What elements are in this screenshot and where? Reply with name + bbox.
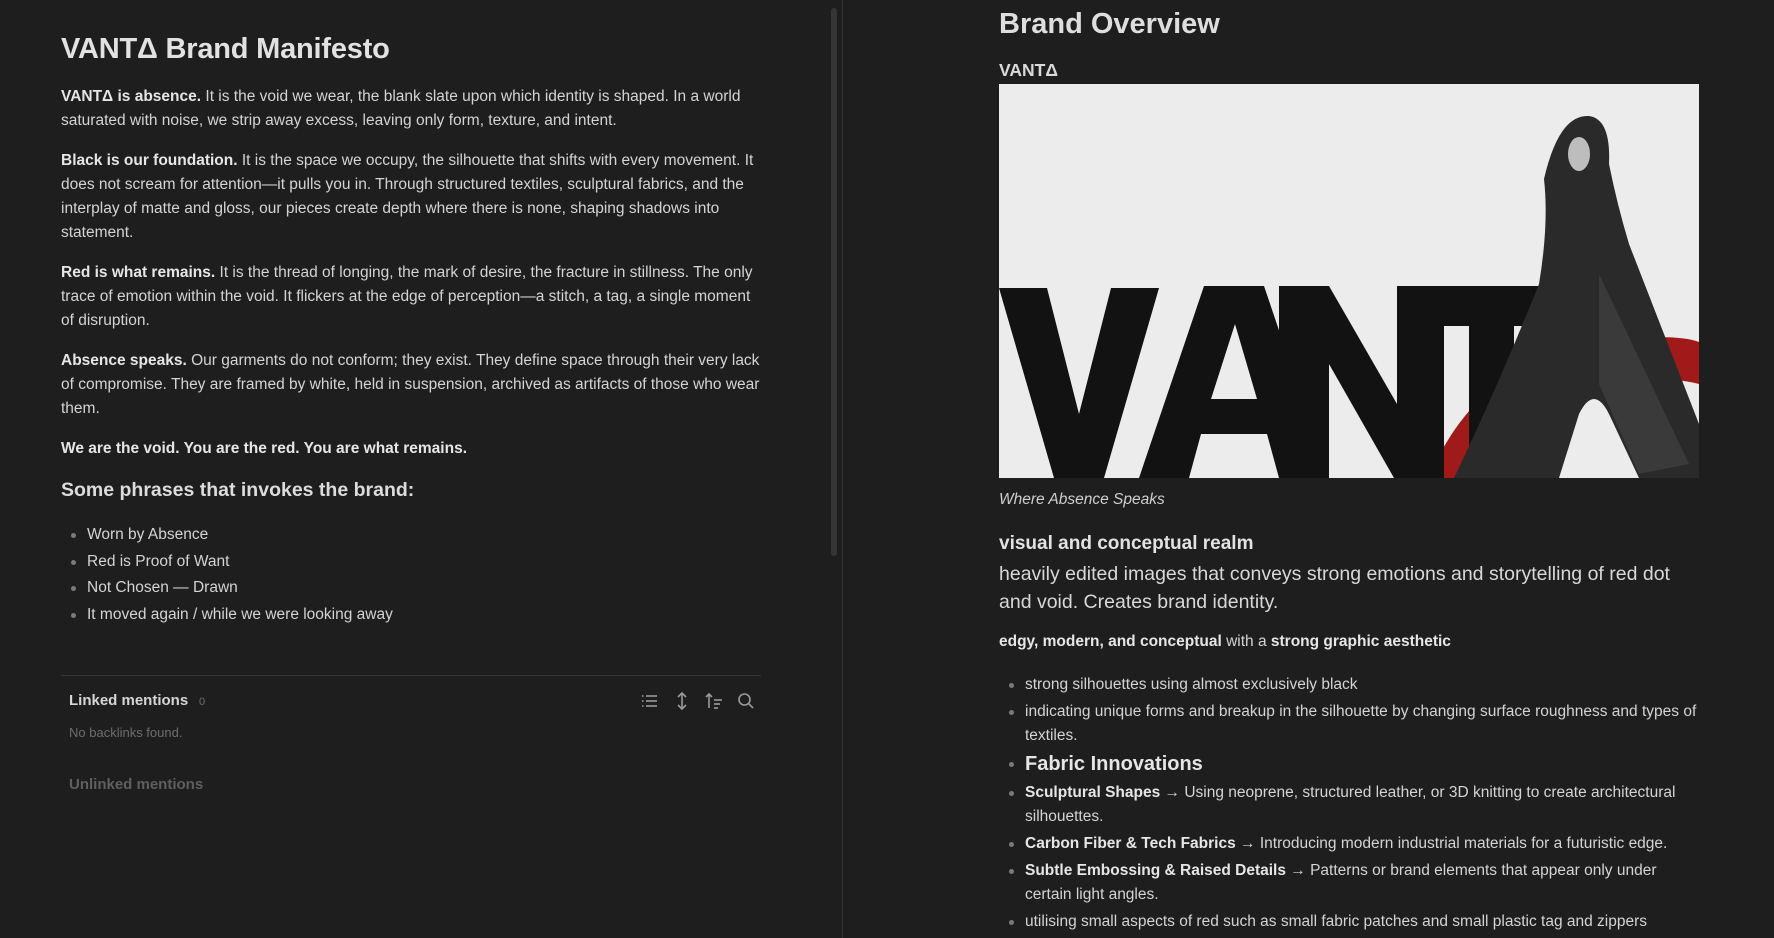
brand-name[interactable]: VANTΔ xyxy=(999,60,1058,81)
manifesto-paragraph[interactable]: Black is our foundation. It is the space… xyxy=(61,149,763,245)
linked-mentions-header[interactable]: Linked mentions xyxy=(69,692,188,709)
search-icon[interactable] xyxy=(735,690,757,712)
list-item[interactable]: Not Chosen — Drawn xyxy=(61,575,393,602)
list-item[interactable]: strong silhouettes using almost exclusiv… xyxy=(999,673,1699,697)
sort-icon[interactable] xyxy=(703,690,725,712)
list-item[interactable]: Worn by Absence xyxy=(61,522,393,549)
note-title[interactable]: VANTΔ Brand Manifesto xyxy=(61,33,390,66)
divider xyxy=(61,675,761,676)
unlinked-mentions-header[interactable]: Unlinked mentions xyxy=(69,776,203,793)
overview-title[interactable]: Brand Overview xyxy=(999,8,1220,41)
overview-list: strong silhouettes using almost exclusiv… xyxy=(999,673,1699,937)
list-item[interactable]: indicating unique forms and breakup in t… xyxy=(999,700,1699,748)
aesthetic-line[interactable]: edgy, modern, and conceptual with a stro… xyxy=(999,633,1451,651)
scrollbar[interactable] xyxy=(831,8,837,556)
phrases-list: Worn by Absence Red is Proof of Want Not… xyxy=(61,522,393,628)
left-editor-pane[interactable]: VANTΔ Brand Manifesto VANTΔ is absence. … xyxy=(0,0,842,938)
manifesto-paragraph[interactable]: Absence speaks. Our garments do not conf… xyxy=(61,349,763,421)
right-editor-pane[interactable]: Brand Overview VANTΔ Where Absence Speak… xyxy=(843,0,1774,938)
list-item[interactable]: Carbon Fiber & Tech Fabrics → Introducin… xyxy=(999,832,1699,856)
brand-hero-image xyxy=(999,84,1699,478)
hero-illustration xyxy=(999,84,1699,478)
list-item[interactable]: Red is Proof of Want xyxy=(61,549,393,576)
manifesto-closing[interactable]: We are the void. You are the red. You ar… xyxy=(61,437,763,461)
list-icon[interactable] xyxy=(639,690,661,712)
list-item[interactable]: Sculptural Shapes → Using neoprene, stru… xyxy=(999,781,1699,829)
linked-mentions-count: 0 xyxy=(199,696,206,708)
list-item[interactable]: utilising small aspects of red such as s… xyxy=(999,910,1699,934)
manifesto-paragraph[interactable]: Red is what remains. It is the thread of… xyxy=(61,261,763,333)
app-window: VANTΔ Brand Manifesto VANTΔ is absence. … xyxy=(0,0,1774,938)
manifesto-paragraph[interactable]: VANTΔ is absence. It is the void we wear… xyxy=(61,85,763,133)
realm-heading[interactable]: visual and conceptual realm xyxy=(999,533,1253,555)
image-caption[interactable]: Where Absence Speaks xyxy=(999,491,1165,509)
realm-description[interactable]: heavily edited images that conveys stron… xyxy=(999,560,1699,616)
list-item[interactable]: It moved again / while we were looking a… xyxy=(61,602,393,629)
expand-vertical-icon[interactable] xyxy=(671,690,693,712)
list-item-heading[interactable]: Fabric Innovations xyxy=(999,751,1699,778)
backlinks-empty-text: No backlinks found. xyxy=(69,725,183,740)
list-item[interactable]: Subtle Embossing & Raised Details → Patt… xyxy=(999,859,1699,907)
phrases-heading[interactable]: Some phrases that invokes the brand: xyxy=(61,479,414,502)
